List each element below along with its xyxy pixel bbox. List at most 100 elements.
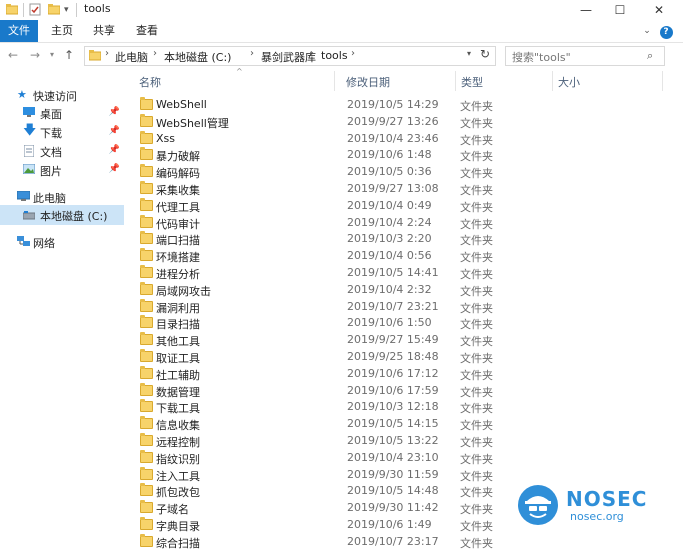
folder-icon	[140, 281, 153, 295]
forward-arrow-icon[interactable]: →	[30, 48, 40, 62]
tab-file[interactable]: 文件	[0, 20, 38, 42]
expand-ribbon-icon[interactable]: ⌄	[642, 20, 652, 42]
sidebar-item-downloads[interactable]: 🡇 下载 📌	[0, 122, 124, 142]
table-row[interactable]: 采集收集 2019/9/27 13:08 文件夹	[126, 180, 683, 197]
recent-locations-icon[interactable]: ▾	[50, 50, 54, 59]
folder-icon	[140, 113, 153, 127]
table-row[interactable]: 编码解码 2019/10/5 0:36 文件夹	[126, 163, 683, 180]
sidebar-item-drive-c[interactable]: 本地磁盘 (C:)	[0, 205, 124, 225]
sidebar-item-desktop[interactable]: 桌面 📌	[0, 103, 124, 123]
breadcrumb-tools[interactable]: tools	[321, 49, 348, 62]
folder-icon	[140, 349, 153, 362]
back-arrow-icon[interactable]: ←	[8, 48, 18, 62]
table-row[interactable]: WebShell 2019/10/5 14:29 文件夹	[126, 96, 683, 113]
tab-home[interactable]: 主页	[46, 20, 78, 42]
file-modified-date: 2019/10/6 1:48	[347, 148, 432, 162]
table-row[interactable]: 进程分析 2019/10/5 14:41 文件夹	[126, 264, 683, 281]
table-row[interactable]: 社工辅助 2019/10/6 17:12 文件夹	[126, 365, 683, 382]
table-row[interactable]: 数据管理 2019/10/6 17:59 文件夹	[126, 382, 683, 399]
sidebar-item-documents[interactable]: 文档 📌	[0, 141, 124, 161]
column-headers: ^ 名称 修改日期 类型 大小	[126, 67, 683, 93]
column-header-type[interactable]: 类型	[461, 74, 483, 90]
folder-icon	[140, 214, 153, 228]
breadcrumb-drive-c[interactable]: 本地磁盘 (C:)	[164, 49, 231, 65]
folder-icon	[140, 298, 153, 312]
table-row[interactable]: 漏洞利用 2019/10/7 23:21 文件夹	[126, 298, 683, 315]
file-name: 取证工具	[156, 352, 200, 365]
tab-share[interactable]: 共享	[88, 20, 120, 42]
folder-icon	[140, 416, 153, 430]
folder-icon	[140, 197, 153, 211]
file-modified-date: 2019/10/6 17:59	[347, 383, 439, 397]
address-bar[interactable]: › 此电脑 › 本地磁盘 (C:) › 暴剑武器库 › tools › ▾ ↻	[84, 46, 496, 66]
sidebar-item-label: 快速访问	[33, 90, 77, 103]
column-header-modified[interactable]: 修改日期	[346, 74, 390, 90]
table-row[interactable]: 目录扫描 2019/10/6 1:50 文件夹	[126, 314, 683, 331]
sidebar-item-this-pc[interactable]: 此电脑	[0, 187, 124, 207]
folder-icon	[140, 483, 153, 497]
watermark-brand: NOSEC	[566, 487, 648, 511]
pin-icon[interactable]: 📌	[109, 164, 120, 174]
sidebar-item-pictures[interactable]: 图片 📌	[0, 160, 124, 180]
minimize-button[interactable]: —	[569, 0, 603, 20]
maximize-button[interactable]: ☐	[603, 0, 637, 20]
customize-toolbar-icon[interactable]: ▾	[64, 3, 72, 17]
file-type: 文件夹	[460, 268, 493, 281]
table-row[interactable]: 代码审计 2019/10/4 2:24 文件夹	[126, 214, 683, 231]
pin-icon[interactable]: 📌	[109, 107, 120, 117]
help-icon[interactable]: ?	[654, 20, 678, 42]
column-divider[interactable]	[334, 71, 335, 91]
table-row[interactable]: 环境搭建 2019/10/4 0:56 文件夹	[126, 247, 683, 264]
table-row[interactable]: 信息收集 2019/10/5 14:15 文件夹	[126, 415, 683, 432]
file-name: 信息收集	[156, 419, 200, 433]
table-row[interactable]: Xss 2019/10/4 23:46 文件夹	[126, 130, 683, 147]
table-row[interactable]: 代理工具 2019/10/4 0:49 文件夹	[126, 197, 683, 214]
table-row[interactable]: 指纹识别 2019/10/4 23:10 文件夹	[126, 449, 683, 466]
pin-icon[interactable]: 📌	[109, 126, 120, 136]
table-row[interactable]: 注入工具 2019/9/30 11:59 文件夹	[126, 466, 683, 483]
sidebar-item-label: 本地磁盘 (C:)	[40, 210, 108, 223]
file-modified-date: 2019/10/3 2:20	[347, 232, 432, 246]
table-row[interactable]: 局域网攻击 2019/10/4 2:32 文件夹	[126, 281, 683, 298]
sidebar-item-quick-access[interactable]: ★ 快速访问	[0, 85, 124, 105]
picture-icon	[22, 163, 36, 175]
table-row[interactable]: 其他工具 2019/9/27 15:49 文件夹	[126, 331, 683, 348]
search-input[interactable]: 搜索"tools"	[512, 49, 571, 65]
table-row[interactable]: 端口扫描 2019/10/3 2:20 文件夹	[126, 230, 683, 247]
search-icon[interactable]: ⌕	[647, 49, 653, 63]
close-button[interactable]: ✕	[642, 0, 676, 20]
table-row[interactable]: 下载工具 2019/10/3 12:18 文件夹	[126, 398, 683, 415]
properties-icon[interactable]	[29, 3, 41, 17]
breadcrumb-arsenal[interactable]: 暴剑武器库	[261, 49, 316, 65]
sidebar-item-network[interactable]: 网络	[0, 232, 124, 252]
column-header-size[interactable]: 大小	[558, 74, 580, 90]
file-name: 社工辅助	[156, 368, 200, 382]
divider	[23, 3, 24, 17]
file-modified-date: 2019/10/5 14:48	[347, 484, 439, 498]
folder-icon	[140, 466, 153, 480]
tab-view[interactable]: 查看	[131, 20, 163, 42]
pin-icon[interactable]: 📌	[109, 145, 120, 155]
ribbon: 文件 主页 共享 查看 ⌄ ?	[0, 20, 683, 43]
refresh-icon[interactable]: ↻	[480, 47, 490, 61]
search-box[interactable]: 搜索"tools" ⌕	[505, 46, 665, 66]
sidebar-item-label: 桌面	[40, 108, 62, 121]
address-dropdown-icon[interactable]: ▾	[467, 49, 471, 58]
table-row[interactable]: 远程控制 2019/10/5 13:22 文件夹	[126, 432, 683, 449]
column-divider[interactable]	[455, 71, 456, 91]
table-row[interactable]: 综合扫描 2019/10/7 23:17 文件夹	[126, 533, 683, 550]
table-row[interactable]: WebShell管理 2019/9/27 13:26 文件夹	[126, 113, 683, 130]
folder-icon[interactable]	[5, 3, 19, 17]
navigation-pane: ★ 快速访问 桌面 📌 🡇 下载 📌 文档 📌 图片 📌 此电脑 本地磁盘 (C…	[0, 74, 124, 552]
file-type: 文件夹	[460, 368, 493, 382]
column-divider[interactable]	[662, 71, 663, 91]
breadcrumb-this-pc[interactable]: 此电脑	[115, 49, 148, 65]
table-row[interactable]: 取证工具 2019/9/25 18:48 文件夹	[126, 348, 683, 365]
table-row[interactable]: 暴力破解 2019/10/6 1:48 文件夹	[126, 146, 683, 163]
column-header-name[interactable]: 名称	[139, 74, 161, 90]
file-type: 文件夹	[460, 352, 493, 365]
file-name: Xss	[156, 131, 175, 145]
column-divider[interactable]	[552, 71, 553, 91]
up-arrow-icon[interactable]: ↑	[64, 48, 74, 62]
new-folder-icon[interactable]	[47, 3, 61, 17]
